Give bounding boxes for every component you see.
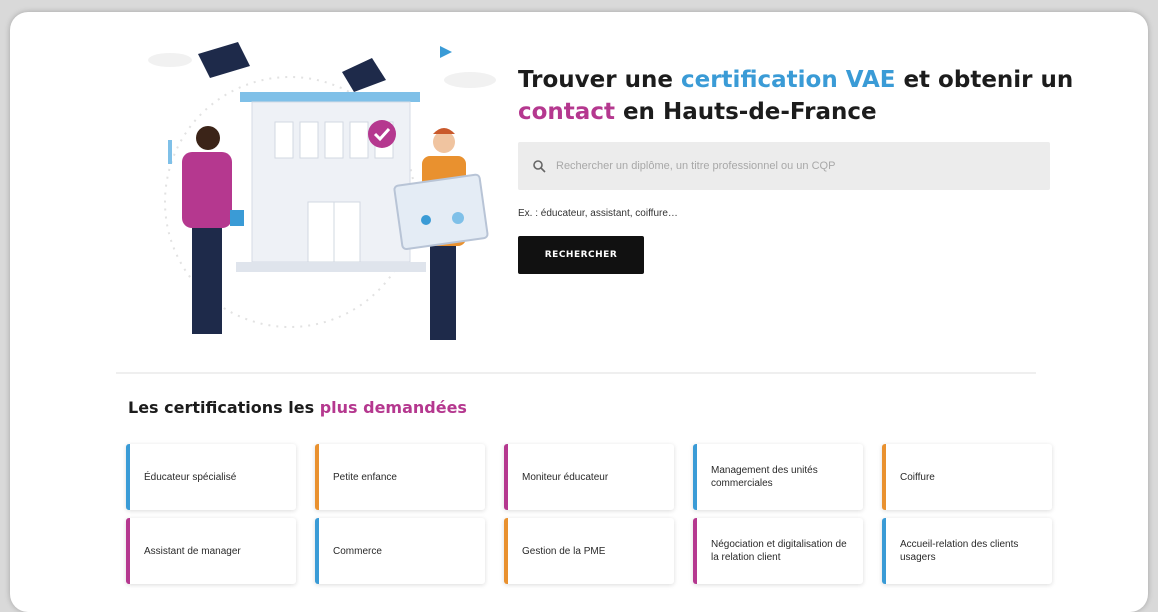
window-1 xyxy=(274,121,294,159)
check-badge-icon xyxy=(368,120,396,148)
cap-left-icon xyxy=(198,42,250,78)
tile-label: Coiffure xyxy=(900,471,935,483)
certification-grid: Éducateur spécialisé Petite enfance Moni… xyxy=(126,444,1052,584)
certification-tile[interactable]: Commerce xyxy=(315,518,485,584)
graduation-illustration xyxy=(148,42,496,340)
window-4 xyxy=(349,121,369,159)
search-box[interactable] xyxy=(518,142,1050,190)
main-card: Trouver une certification VAE et obtenir… xyxy=(10,12,1148,612)
hero-highlight-certification: certification VAE xyxy=(680,67,896,93)
certification-tile[interactable]: Assistant de manager xyxy=(126,518,296,584)
popular-title-highlight: plus demandées xyxy=(319,398,467,417)
section-divider xyxy=(116,372,1036,374)
search-icon xyxy=(533,160,546,173)
man-head xyxy=(433,131,455,153)
certification-tile[interactable]: Négociation et digitalisation de la rela… xyxy=(693,518,863,584)
tile-label: Gestion de la PME xyxy=(522,545,606,557)
tile-label: Petite enfance xyxy=(333,471,397,483)
tile-label: Accueil-relation des clients usagers xyxy=(900,539,1019,563)
hero-highlight-contact: contact xyxy=(518,99,615,125)
pennant-icon xyxy=(440,46,452,58)
tile-label: Commerce xyxy=(333,545,382,557)
certification-tile[interactable]: Management des unités commerciales xyxy=(693,444,863,510)
certification-tile[interactable]: Éducateur spécialisé xyxy=(126,444,296,510)
certification-tile[interactable]: Gestion de la PME xyxy=(504,518,674,584)
woman-head xyxy=(196,126,220,150)
cap-right-icon xyxy=(342,58,386,92)
search-input[interactable] xyxy=(554,159,1038,173)
popular-section-title: Les certifications les plus demandées xyxy=(128,398,467,417)
certificate-icon xyxy=(393,173,489,251)
cloud-right xyxy=(444,72,496,88)
tile-label: Éducateur spécialisé xyxy=(144,471,237,483)
tile-label: Moniteur éducateur xyxy=(522,471,609,483)
window-2 xyxy=(299,121,319,159)
window-3 xyxy=(324,121,344,159)
certification-tile[interactable]: Moniteur éducateur xyxy=(504,444,674,510)
certification-tile[interactable]: Accueil-relation des clients usagers xyxy=(882,518,1052,584)
search-button[interactable]: RECHERCHER xyxy=(518,236,644,274)
woman-legs xyxy=(192,222,222,334)
tile-label: Négociation et digitalisation de la rela… xyxy=(711,539,847,563)
building-steps xyxy=(236,262,426,272)
building-roof xyxy=(240,92,420,102)
hero-title: Trouver une certification VAE et obtenir… xyxy=(518,67,1074,125)
certification-tile[interactable]: Coiffure xyxy=(882,444,1052,510)
man-legs xyxy=(430,242,456,340)
woman-diploma xyxy=(168,140,172,164)
search-hint: Ex. : éducateur, assistant, coiffure… xyxy=(518,208,678,219)
tile-label: Assistant de manager xyxy=(144,545,241,557)
woman-book xyxy=(230,210,244,226)
cloud-left xyxy=(148,53,192,67)
tile-label: Management des unités commerciales xyxy=(711,465,818,489)
woman-body xyxy=(182,152,232,228)
certification-tile[interactable]: Petite enfance xyxy=(315,444,485,510)
